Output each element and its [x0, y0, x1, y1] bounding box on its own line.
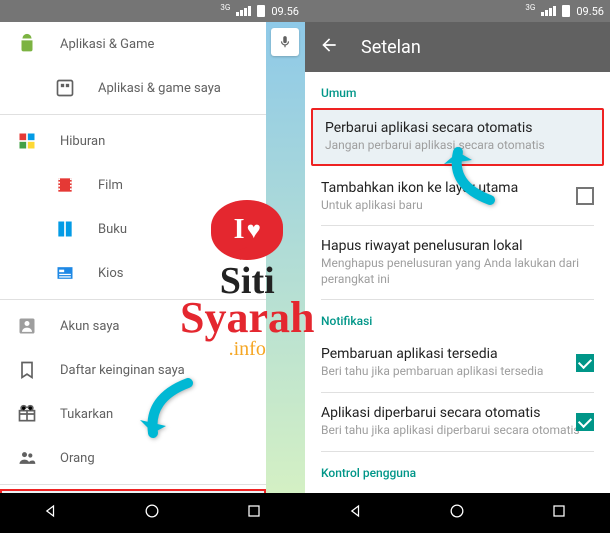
- people-icon: [16, 447, 38, 469]
- row-subtitle: Menghapus penelusuran yang Anda lakukan …: [321, 256, 594, 287]
- section-general: Umum: [305, 72, 610, 106]
- row-title: Pembaruan aplikasi tersedia: [321, 346, 594, 362]
- checkbox-unchecked[interactable]: [576, 187, 594, 205]
- drawer-item-apps[interactable]: Aplikasi & Game: [0, 22, 266, 66]
- row-title: Perbarui aplikasi secara otomatis: [325, 120, 590, 136]
- voice-search-button[interactable]: [271, 28, 299, 56]
- battery-icon: [562, 5, 570, 17]
- bookmark-icon: [16, 359, 38, 381]
- drawer-item-film[interactable]: Film: [0, 163, 266, 207]
- drawer-label: Kios: [98, 266, 123, 281]
- book-icon: [54, 218, 76, 240]
- recent-button[interactable]: [244, 501, 264, 525]
- annotation-arrow-right: [440, 140, 500, 214]
- system-navbar: [305, 493, 610, 533]
- checkbox-checked[interactable]: [576, 413, 594, 431]
- left-phone: 3G 09.56 Aplikasi & Game Aplikasi & game…: [0, 0, 305, 533]
- recent-button[interactable]: [549, 501, 569, 525]
- clock: 09.56: [576, 5, 604, 18]
- android-icon: [16, 33, 38, 55]
- row-update-available[interactable]: Pembaruan aplikasi tersedia Beri tahu ji…: [305, 334, 610, 392]
- divider: [0, 484, 266, 485]
- drawer-label: Aplikasi & game saya: [98, 81, 221, 96]
- battery-icon: [257, 5, 265, 17]
- back-button[interactable]: [41, 501, 61, 525]
- drawer-item-settings[interactable]: Setelan: [0, 489, 266, 493]
- row-subtitle: Beri tahu jika aplikasi diperbarui secar…: [321, 423, 594, 439]
- status-bar: 3G 09.56: [305, 0, 610, 22]
- drawer-item-account[interactable]: Akun saya: [0, 304, 266, 348]
- newsstand-icon: [54, 262, 76, 284]
- row-parental[interactable]: Kontrol orang tua: [305, 486, 610, 493]
- divider: [0, 114, 266, 115]
- drawer-label: Hiburan: [60, 134, 105, 149]
- mic-icon: [278, 35, 292, 49]
- home-button[interactable]: [142, 501, 162, 525]
- network-label: 3G: [525, 3, 535, 12]
- divider: [0, 299, 266, 300]
- row-title: Aplikasi diperbarui secara otomatis: [321, 405, 594, 421]
- drawer-label: Orang: [60, 451, 95, 466]
- section-notif: Notifikasi: [305, 300, 610, 334]
- drawer-item-myapps[interactable]: Aplikasi & game saya: [0, 66, 266, 110]
- signal-icon: [541, 6, 556, 16]
- film-icon: [54, 174, 76, 196]
- drawer-label: Daftar keinginan saya: [60, 363, 185, 378]
- redeem-icon: [16, 403, 38, 425]
- drawer-label: Tukarkan: [60, 407, 113, 422]
- apps-icon: [54, 77, 76, 99]
- clock: 09.56: [271, 5, 299, 18]
- drawer-label: Aplikasi & Game: [60, 37, 154, 52]
- status-bar: 3G 09.56: [0, 0, 305, 22]
- drawer-item-kios[interactable]: Kios: [0, 251, 266, 295]
- entertainment-icon: [16, 130, 38, 152]
- page-title: Setelan: [361, 37, 421, 58]
- drawer-label: Buku: [98, 222, 127, 237]
- back-button[interactable]: [346, 501, 366, 525]
- right-phone: 3G 09.56 Setelan Umum Perbarui aplikasi …: [305, 0, 610, 533]
- drawer-item-book[interactable]: Buku: [0, 207, 266, 251]
- row-title: Hapus riwayat penelusuran lokal: [321, 238, 594, 254]
- row-subtitle: Beri tahu jika pembaruan aplikasi tersed…: [321, 364, 594, 380]
- drawer-label: Akun saya: [60, 319, 119, 334]
- system-navbar: [0, 493, 305, 533]
- drawer-item-redeem[interactable]: Tukarkan: [0, 392, 266, 436]
- drawer-item-people[interactable]: Orang: [0, 436, 266, 480]
- home-button[interactable]: [447, 501, 467, 525]
- drawer-backdrop: [266, 22, 305, 493]
- row-auto-updated[interactable]: Aplikasi diperbarui secara otomatis Beri…: [305, 393, 610, 451]
- row-clear-history[interactable]: Hapus riwayat penelusuran lokal Menghapu…: [305, 226, 610, 299]
- app-bar: Setelan: [305, 22, 610, 72]
- drawer-item-wishlist[interactable]: Daftar keinginan saya: [0, 348, 266, 392]
- drawer-label: Film: [98, 178, 123, 193]
- annotation-arrow-left: [138, 378, 198, 452]
- back-arrow-button[interactable]: [319, 35, 339, 59]
- drawer-item-ent[interactable]: Hiburan: [0, 119, 266, 163]
- network-label: 3G: [220, 3, 230, 12]
- checkbox-checked[interactable]: [576, 354, 594, 372]
- section-user: Kontrol pengguna: [305, 452, 610, 486]
- signal-icon: [236, 6, 251, 16]
- account-icon: [16, 315, 38, 337]
- settings-list: Umum Perbarui aplikasi secara otomatis J…: [305, 72, 610, 493]
